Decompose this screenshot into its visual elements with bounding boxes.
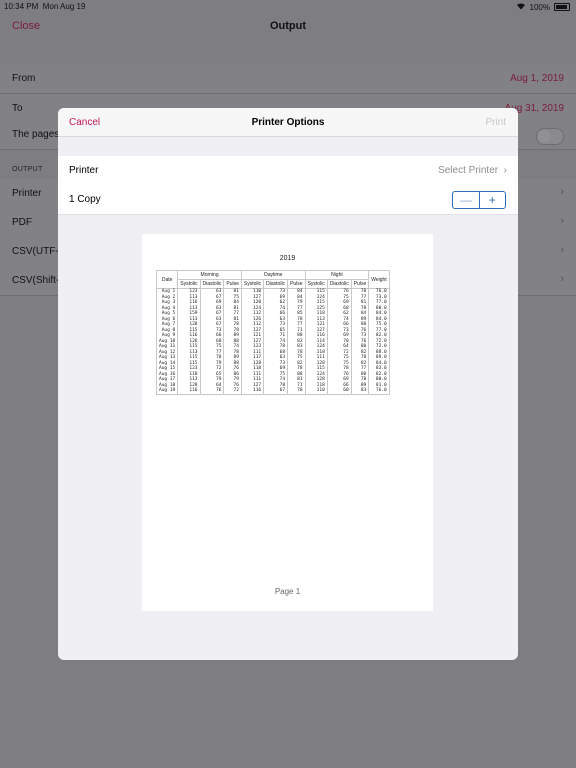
table-cell: 60: [326, 388, 352, 395]
header-morning: Morning: [177, 270, 242, 280]
output-item-label: Printer: [12, 188, 42, 199]
table-cell: 116: [240, 388, 265, 395]
preview-table: Date Morning Daytime Night Weight Systol…: [155, 270, 390, 395]
print-button[interactable]: Print: [485, 117, 506, 128]
output-item-label: CSV(Shift-: [12, 275, 60, 286]
copies-stepper[interactable]: — +: [452, 191, 506, 209]
header-sub: Systolic: [240, 279, 265, 289]
plus-icon[interactable]: +: [480, 192, 506, 208]
pages-label: The pages: [12, 129, 60, 140]
status-bar: 10:34 PM Mon Aug 19 100%: [0, 0, 576, 12]
copies-label: 1 Copy: [69, 194, 101, 205]
chevron-right-icon: ›: [560, 273, 564, 285]
from-label: From: [12, 73, 36, 84]
table-cell: 78: [287, 388, 306, 395]
from-value: Aug 1, 2019: [510, 73, 564, 84]
output-section-header: OUTPUT: [12, 166, 43, 173]
printer-select-row[interactable]: Printer Select Printer ›: [58, 156, 518, 186]
nav-bar: Close Output: [0, 12, 576, 40]
table-cell: Aug 11: [155, 344, 179, 350]
chevron-right-icon: ›: [560, 244, 564, 256]
header-weight: Weight: [368, 270, 390, 289]
minus-icon[interactable]: —: [453, 192, 480, 208]
print-preview-page: 2019 Date Morning Daytime Night Weight S…: [142, 234, 433, 611]
status-date: Mon Aug 19: [42, 2, 86, 11]
chevron-right-icon: ›: [500, 165, 507, 176]
wifi-icon: [516, 2, 526, 12]
preview-title: 2019: [279, 255, 296, 262]
preview-table-body: Aug 1 123 63 81 110 73 84 115 76 78 76.0 Aug 2 113 67…: [155, 288, 390, 395]
output-item-label: PDF: [12, 217, 32, 228]
to-label: To: [12, 103, 23, 114]
printer-label: Printer: [69, 165, 99, 176]
pages-toggle[interactable]: [536, 128, 564, 145]
modal-title: Printer Options: [251, 117, 325, 128]
table-cell: Aug 13: [155, 355, 179, 361]
modal-header: Cancel Printer Options Print: [58, 108, 518, 137]
table-cell: 110: [304, 388, 328, 395]
table-cell: 76: [199, 388, 225, 395]
table-cell: 116: [177, 388, 201, 395]
preview-page-number: Page 1: [274, 587, 301, 596]
table-cell: 67: [263, 388, 289, 395]
header-sub: Diastolic: [263, 279, 289, 289]
table-cell: 72: [223, 388, 242, 395]
page-title: Output: [269, 20, 307, 32]
header-sub: Systolic: [177, 279, 201, 289]
status-right: 100%: [516, 2, 570, 12]
table-cell: 76.0: [368, 388, 390, 395]
table-cell: Aug 19: [155, 388, 179, 395]
copies-row: 1 Copy — +: [58, 185, 518, 215]
printer-value: Select Printer: [438, 165, 499, 176]
header-sub: Diastolic: [326, 279, 352, 289]
header-sub: Pulse: [223, 279, 242, 289]
battery-percent: 100%: [529, 2, 550, 12]
header-sub: Pulse: [287, 279, 306, 289]
header-night: Night: [304, 270, 370, 280]
printer-value-wrap: Select Printer ›: [438, 165, 507, 176]
header-sub: Diastolic: [199, 279, 225, 289]
chevron-right-icon: ›: [560, 215, 564, 227]
from-row[interactable]: From Aug 1, 2019: [0, 64, 576, 94]
printer-options-modal: Cancel Printer Options Print Printer Sel…: [58, 108, 518, 660]
header-sub: Systolic: [304, 279, 328, 289]
status-time: 10:34 PM: [4, 2, 39, 11]
table-cell: Aug 15: [155, 366, 179, 372]
status-time-date: 10:34 PM Mon Aug 19: [4, 2, 85, 11]
table-cell: Aug 17: [155, 377, 179, 383]
table-row: Aug 19 116 76 72 116 67 78 110 60 83 76.0: [155, 388, 390, 395]
header-sub: Pulse: [350, 279, 370, 289]
chevron-right-icon: ›: [560, 186, 564, 198]
output-item-label: CSV(UTF-8: [12, 246, 65, 257]
table-cell: 83: [350, 388, 370, 395]
header-date: Date: [155, 270, 179, 289]
battery-icon: [554, 3, 570, 11]
header-daytime: Daytime: [240, 270, 306, 280]
